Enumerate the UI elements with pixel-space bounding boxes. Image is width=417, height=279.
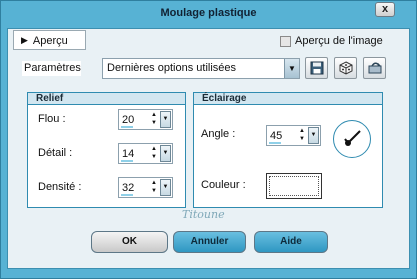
blur-spinbox[interactable]: 20 ▲ ▼ ▼ [118, 109, 173, 130]
spin-up-down-icon[interactable]: ▲ ▼ [149, 145, 159, 162]
ok-button[interactable]: OK [91, 231, 168, 253]
detail-spinbox[interactable]: 14 ▲ ▼ ▼ [118, 143, 173, 164]
angle-value[interactable]: 45 [270, 130, 282, 142]
close-button[interactable]: x [375, 2, 395, 17]
density-label: Densité : [38, 181, 82, 193]
cancel-button[interactable]: Annuler [173, 231, 246, 253]
chevron-down-icon[interactable]: ▼ [160, 111, 171, 128]
preview-toggle-button[interactable]: ▶ Aperçu [13, 30, 86, 50]
play-arrow-icon: ▶ [21, 35, 28, 45]
preview-button-label: Aperçu [32, 35, 68, 47]
chevron-down-icon[interactable]: ▼ [308, 127, 319, 144]
detail-slider-indicator[interactable] [121, 160, 133, 162]
dialog-window: Moulage plastique x ▶ Aperçu Aperçu de l'… [0, 0, 417, 279]
title-bar[interactable]: Moulage plastique x [1, 1, 416, 27]
chevron-down-icon[interactable]: ▼ [160, 145, 171, 162]
blur-value[interactable]: 20 [122, 114, 134, 126]
spin-up-down-icon[interactable]: ▲ ▼ [297, 127, 307, 144]
relief-group-title: Relief [28, 93, 185, 105]
preset-selected-value: Dernières options utilisées [107, 62, 237, 74]
image-preview-checkbox-row[interactable]: Aperçu de l'image [280, 34, 383, 48]
randomize-button[interactable] [334, 57, 357, 79]
angle-spinbox[interactable]: 45 ▲ ▼ ▼ [266, 125, 321, 146]
angle-label: Angle : [201, 128, 236, 140]
color-swatch-inner [269, 176, 319, 196]
save-preset-button[interactable] [305, 57, 328, 79]
presets-label: Paramètres [22, 61, 81, 76]
image-preview-checkbox[interactable] [280, 35, 291, 47]
density-value[interactable]: 32 [122, 182, 134, 194]
chevron-down-icon[interactable]: ▼ [284, 59, 299, 78]
color-label: Couleur : [201, 179, 246, 191]
blur-slider-indicator[interactable] [121, 126, 133, 128]
reset-button[interactable] [363, 57, 386, 79]
watermark-text: Titoune [182, 208, 225, 221]
window-title: Moulage plastique [160, 7, 257, 19]
randomize-icon [339, 61, 352, 75]
reset-icon [368, 62, 381, 74]
detail-value[interactable]: 14 [122, 148, 134, 160]
chevron-down-icon[interactable]: ▼ [160, 179, 171, 196]
lighting-group-title: Éclairage [194, 93, 382, 105]
help-button[interactable]: Aide [254, 231, 328, 253]
density-slider-indicator[interactable] [121, 194, 133, 196]
light-color-swatch[interactable] [266, 173, 322, 199]
detail-label: Détail : [38, 147, 73, 159]
save-icon [310, 61, 323, 75]
spin-up-down-icon[interactable]: ▲ ▼ [149, 179, 159, 196]
spin-up-down-icon[interactable]: ▲ ▼ [149, 111, 159, 128]
density-spinbox[interactable]: 32 ▲ ▼ ▼ [118, 177, 173, 198]
angle-slider-indicator[interactable] [269, 142, 281, 144]
preset-dropdown[interactable]: Dernières options utilisées ▼ [102, 58, 300, 79]
image-preview-label: Aperçu de l'image [295, 35, 383, 47]
blur-label: Flou : [38, 113, 66, 125]
angle-dial[interactable] [333, 120, 371, 158]
angle-pointer-icon [344, 130, 361, 146]
